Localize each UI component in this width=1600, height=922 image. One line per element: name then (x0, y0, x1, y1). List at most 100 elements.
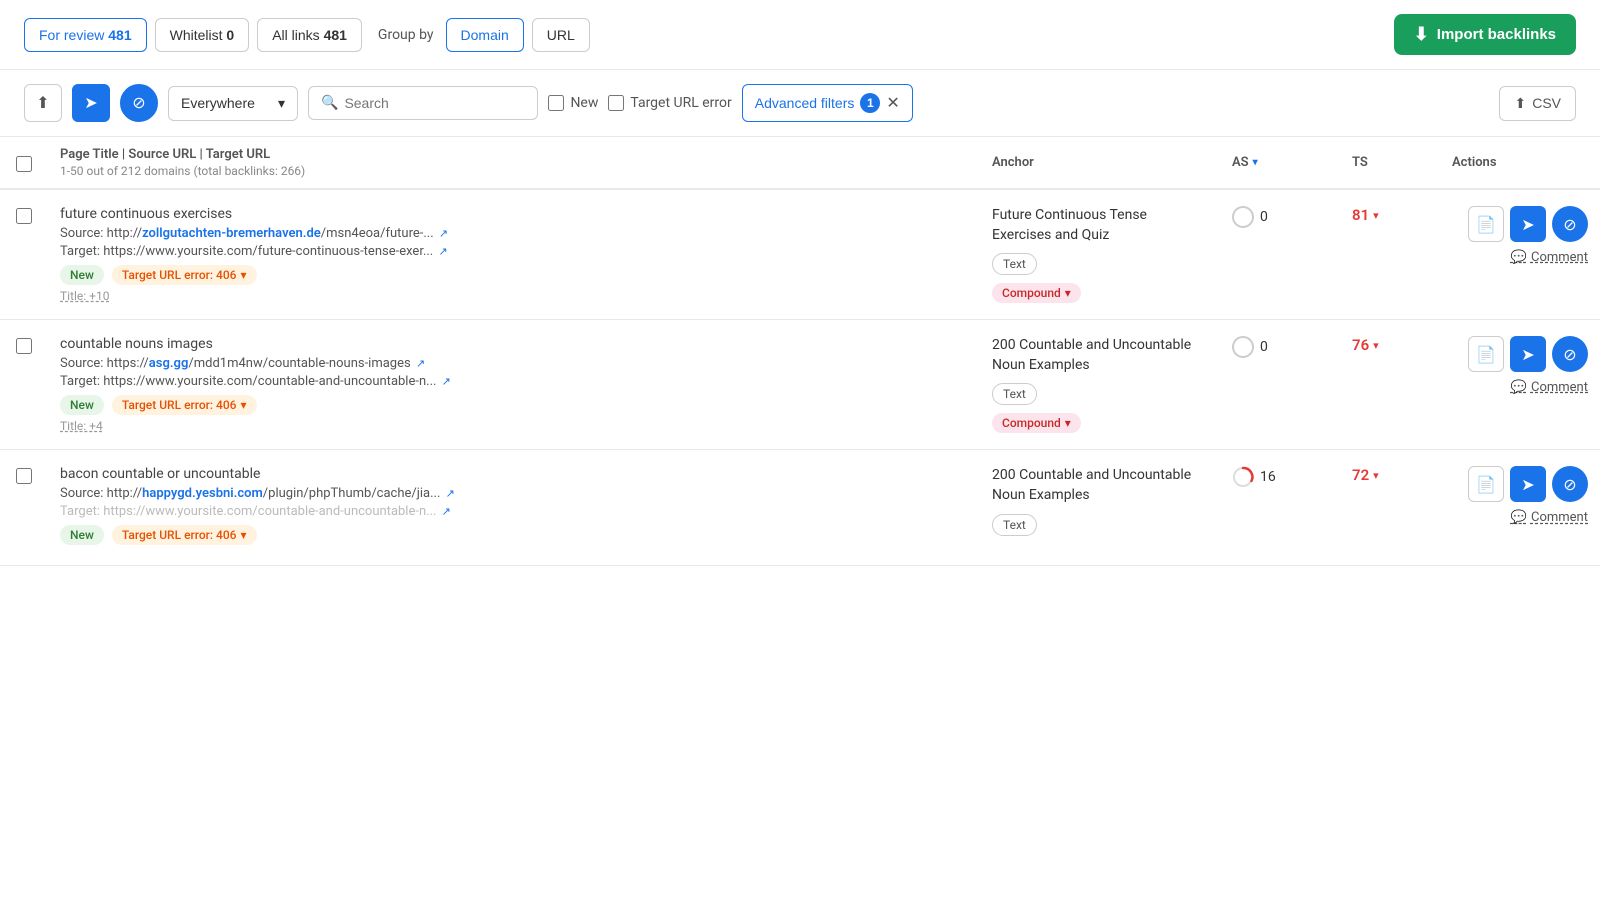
row3-tag-error[interactable]: Target URL error: 406 ▾ (112, 525, 257, 545)
row2-tag-error[interactable]: Target URL error: 406 ▾ (112, 395, 257, 415)
row1-page-title: future continuous exercises (60, 206, 968, 222)
advanced-filters-close-icon[interactable]: ✕ (886, 93, 899, 113)
tab-all-links-label: All links (272, 27, 319, 43)
ext-link-icon-2[interactable]: ↗ (438, 245, 447, 258)
send-icon-btn[interactable]: ➤ (72, 84, 110, 122)
ts-down-arrow-icon: ▾ (1373, 209, 1379, 222)
row2-checkbox[interactable] (16, 338, 32, 354)
import-backlinks-label: Import backlinks (1437, 26, 1556, 43)
row2-comment-link[interactable]: 💬 Comment (1511, 380, 1588, 395)
row2-anchor-type: Text (992, 383, 1037, 405)
row1-doc-icon-btn[interactable]: 📄 (1468, 206, 1504, 242)
row1-source-path: /msn4eoa/future-... (321, 226, 434, 241)
row3-source-domain[interactable]: happygd.yesbni.com (142, 486, 263, 501)
target-url-error-filter-label[interactable]: Target URL error (608, 95, 731, 111)
header-actions: Actions (1440, 155, 1600, 170)
row2-tag-new: New (60, 395, 104, 415)
row2-target-url: Target: https://www.yoursite.com/countab… (60, 374, 968, 389)
row3-comment-link[interactable]: 💬 Comment (1511, 510, 1588, 525)
row1-checkbox[interactable] (16, 208, 32, 224)
row3-checkbox[interactable] (16, 468, 32, 484)
row2-doc-icon-btn[interactable]: 📄 (1468, 336, 1504, 372)
ext-link-icon-5[interactable]: ↗ (446, 487, 455, 500)
row3-block-icon-btn[interactable]: ⊘ (1552, 466, 1588, 502)
ext-link-icon-6[interactable]: ↗ (442, 505, 451, 518)
row3-as-radio (1232, 466, 1254, 488)
csv-export-button[interactable]: ⬆ CSV (1499, 86, 1576, 121)
row2-title-plus[interactable]: Title: +4 (60, 419, 968, 433)
target-url-error-checkbox[interactable] (608, 95, 624, 111)
top-bar-left: Page Title | Source URL | Target URL For… (24, 18, 590, 52)
ts-down-arrow-icon: ▾ (1373, 339, 1379, 352)
row2-as-radio (1232, 336, 1254, 358)
row2-checkbox-cell (0, 336, 48, 354)
row2-compound-tag[interactable]: Compound ▾ (992, 413, 1081, 433)
export-icon-btn[interactable]: ⬆ (24, 84, 62, 122)
row1-comment-link[interactable]: 💬 Comment (1511, 250, 1588, 265)
advanced-filters-button[interactable]: Advanced filters 1 ✕ (742, 84, 913, 122)
header-checkbox-cell (0, 154, 48, 172)
ext-link-icon-3[interactable]: ↗ (416, 357, 425, 370)
row1-anchor-title: Future Continuous Tense Exercises and Qu… (992, 206, 1208, 245)
row1-block-icon-btn[interactable]: ⊘ (1552, 206, 1588, 242)
search-icon: 🔍 (321, 95, 338, 111)
row1-tag-error[interactable]: Target URL error: 406 ▾ (112, 265, 257, 285)
tab-all-links[interactable]: All links 481 (257, 18, 362, 52)
new-filter-checkbox[interactable] (548, 95, 564, 111)
group-btn-url[interactable]: URL (532, 18, 590, 52)
row2-title-cell: countable nouns images Source: https://a… (48, 336, 980, 433)
row3-anchor-type: Text (992, 514, 1037, 536)
row1-as-radio (1232, 206, 1254, 228)
row2-tag-error-text: Target URL error: 406 (122, 398, 237, 412)
row1-send-icon-btn[interactable]: ➤ (1510, 206, 1546, 242)
row1-title-cell: future continuous exercises Source: http… (48, 206, 980, 303)
csv-upload-icon: ⬆ (1514, 95, 1526, 112)
comment-icon: 💬 (1511, 250, 1527, 265)
row2-block-icon-btn[interactable]: ⊘ (1552, 336, 1588, 372)
header-as-label: AS (1232, 155, 1249, 170)
export-icon: ⬆ (36, 93, 49, 113)
search-box: 🔍 (308, 86, 538, 120)
row2-action-icons: 📄 ➤ ⊘ (1468, 336, 1588, 372)
tab-for-review-count: 481 (108, 27, 131, 43)
tab-for-review[interactable]: Page Title | Source URL | Target URL For… (24, 18, 147, 52)
tab-whitelist[interactable]: Whitelist 0 (155, 18, 250, 52)
row3-checkbox-cell (0, 466, 48, 484)
row1-ts-val: 81 (1352, 206, 1369, 224)
row3-send-icon-btn[interactable]: ➤ (1510, 466, 1546, 502)
row2-actions-cell: 📄 ➤ ⊘ 💬 Comment (1440, 336, 1600, 395)
row1-anchor-type: Text (992, 253, 1037, 275)
row2-target-label: Target: (60, 374, 103, 389)
chevron-down-icon: ▾ (1065, 286, 1071, 300)
row1-title-plus[interactable]: Title: +10 (60, 289, 968, 303)
ext-link-icon[interactable]: ↗ (439, 227, 448, 240)
everywhere-label: Everywhere (181, 95, 255, 111)
advanced-filters-label: Advanced filters (755, 95, 855, 111)
row3-action-icons: 📄 ➤ ⊘ (1468, 466, 1588, 502)
row1-compound-tag[interactable]: Compound ▾ (992, 283, 1081, 303)
select-all-checkbox[interactable] (16, 156, 32, 172)
row2-source-path: /mdd1m4nw/countable-nouns-images (188, 356, 410, 371)
everywhere-dropdown[interactable]: Everywhere ▾ (168, 86, 298, 121)
row1-as-count: 0 (1260, 209, 1268, 225)
table-header: Page Title | Source URL | Target URL 1-5… (0, 137, 1600, 190)
row3-as-cell: 16 (1220, 466, 1340, 488)
row3-target-label: Target: (60, 504, 103, 519)
row3-doc-icon-btn[interactable]: 📄 (1468, 466, 1504, 502)
row3-title-cell: bacon countable or uncountable Source: h… (48, 466, 980, 549)
row2-target-path: https://www.yoursite.com/countable-and-u… (103, 374, 436, 389)
header-as[interactable]: AS ▾ (1220, 155, 1340, 170)
row3-as-count: 16 (1260, 469, 1276, 485)
row2-send-icon-btn[interactable]: ➤ (1510, 336, 1546, 372)
row1-source-domain[interactable]: zollgutachten-bremerhaven.de (142, 226, 321, 241)
ext-link-icon-4[interactable]: ↗ (442, 375, 451, 388)
new-filter-label[interactable]: New (548, 95, 598, 111)
row1-target-label: Target: (60, 244, 103, 259)
search-input[interactable] (344, 95, 525, 111)
block-icon-btn[interactable]: ⊘ (120, 84, 158, 122)
import-download-icon: ⬇ (1414, 24, 1429, 45)
group-btn-domain[interactable]: Domain (446, 18, 524, 52)
row2-source-domain[interactable]: asg.gg (149, 356, 189, 371)
advanced-filters-badge: 1 (860, 93, 880, 113)
import-backlinks-button[interactable]: ⬇ Import backlinks (1394, 14, 1576, 55)
